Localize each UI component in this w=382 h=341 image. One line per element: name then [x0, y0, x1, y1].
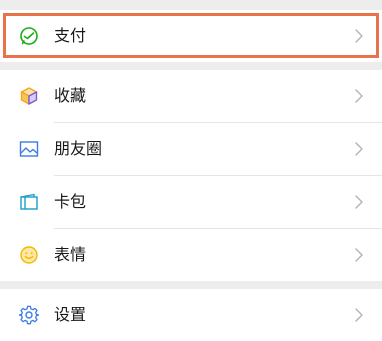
menu-item-settings-label: 设置	[54, 305, 87, 324]
cube-icon	[18, 85, 40, 107]
chevron-right-icon	[354, 194, 364, 210]
menu-item-favorites[interactable]: 收藏	[0, 70, 382, 122]
menu-item-pay-label: 支付	[54, 26, 87, 45]
photo-icon	[18, 138, 40, 160]
menu-item-pay[interactable]: 支付	[0, 10, 382, 62]
chevron-right-icon	[354, 307, 364, 323]
menu-item-cards[interactable]: 卡包	[0, 176, 382, 228]
chevron-right-icon	[354, 247, 364, 263]
pay-check-icon	[18, 25, 40, 47]
services-group: 收藏 朋友圈 卡包 表情	[0, 70, 382, 281]
chevron-right-icon	[354, 88, 364, 104]
smiley-icon	[18, 244, 40, 266]
menu-item-cards-label: 卡包	[54, 192, 87, 211]
section-gap	[0, 281, 382, 289]
top-spacer	[0, 0, 382, 10]
chevron-right-icon	[354, 28, 364, 44]
section-gap	[0, 62, 382, 70]
wallet-card-icon	[18, 191, 40, 213]
menu-item-stickers-label: 表情	[54, 245, 87, 264]
menu-item-moments[interactable]: 朋友圈	[0, 123, 382, 175]
gear-icon	[18, 304, 40, 326]
menu-item-stickers[interactable]: 表情	[0, 229, 382, 281]
menu-item-moments-label: 朋友圈	[54, 139, 103, 158]
menu-item-settings[interactable]: 设置	[0, 289, 382, 341]
chevron-right-icon	[354, 141, 364, 157]
me-menu-screen: 支付 收藏 朋友圈 卡包 表情 设置	[0, 0, 382, 341]
menu-item-favorites-label: 收藏	[54, 86, 87, 105]
pay-group: 支付	[0, 10, 382, 62]
settings-group: 设置	[0, 289, 382, 341]
